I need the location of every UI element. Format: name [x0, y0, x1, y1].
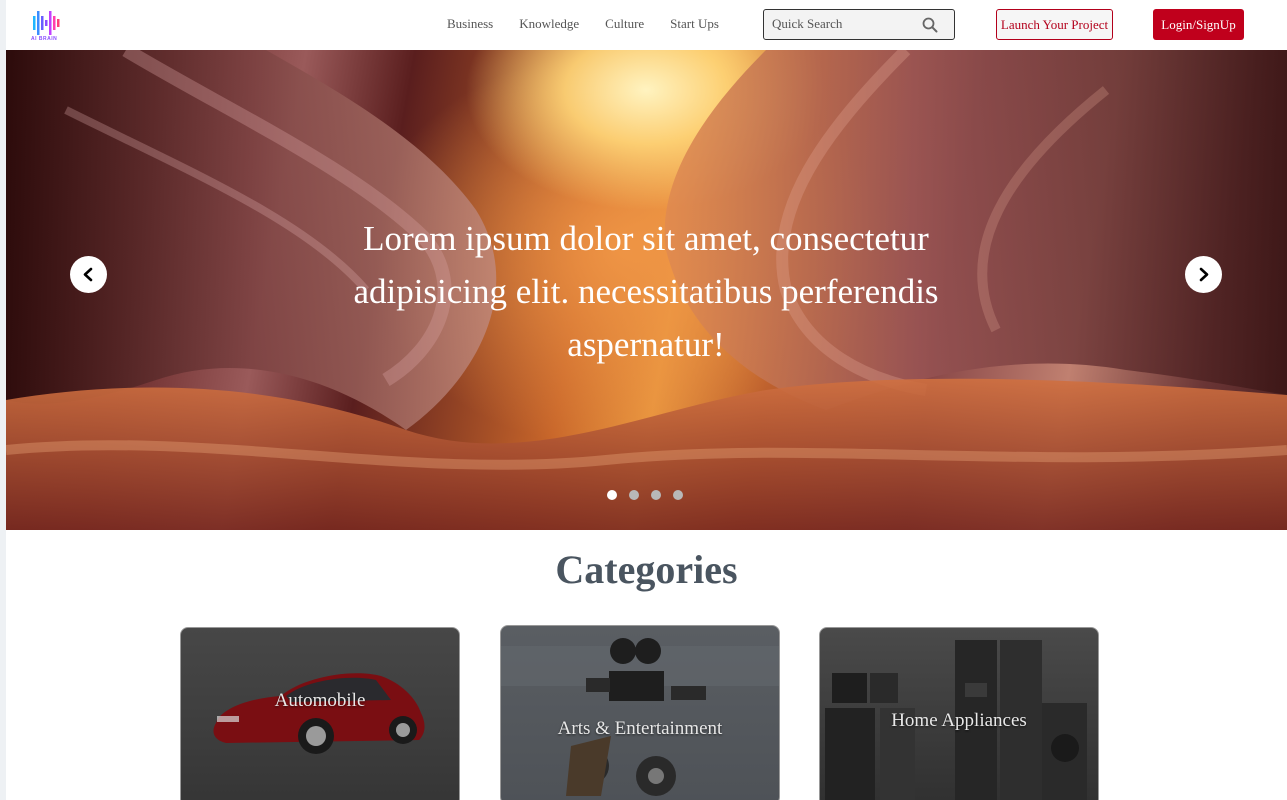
nav-item-start-ups[interactable]: Start Ups [670, 16, 719, 32]
nav-item-business[interactable]: Business [447, 16, 493, 32]
search-input[interactable] [772, 16, 922, 32]
car-icon [213, 673, 425, 754]
film-camera-icon [501, 638, 779, 796]
logo-icon [33, 11, 60, 35]
carousel-next-button[interactable] [1185, 256, 1222, 293]
search-box [763, 9, 955, 40]
hero-caption: Lorem ipsum dolor sit amet, consectetur … [353, 219, 939, 364]
carousel-dot-3[interactable] [651, 490, 661, 500]
hero-carousel: Lorem ipsum dolor sit amet, consectetur … [6, 50, 1287, 530]
page: AI BRAIN Business Knowledge Culture Star… [6, 0, 1287, 800]
main-nav: Business Knowledge Culture Start Ups [447, 16, 745, 32]
carousel-indicators [607, 490, 695, 500]
category-card-automobile[interactable]: Automobile [180, 627, 460, 800]
login-signup-button[interactable]: Login/SignUp [1153, 9, 1244, 40]
category-card-home-appliances[interactable]: Home Appliances [819, 627, 1099, 800]
logo-text: AI BRAIN [31, 36, 58, 42]
search-icon[interactable] [922, 17, 938, 33]
category-card-arts-entertainment[interactable]: Arts & Entertainment [500, 625, 780, 800]
category-label: Automobile [274, 690, 366, 711]
chevron-right-icon [1199, 267, 1209, 282]
category-label: Arts & Entertainment [557, 718, 723, 739]
carousel-dot-1[interactable] [607, 490, 617, 500]
chevron-left-icon [83, 267, 93, 282]
category-label: Home Appliances [891, 710, 1027, 731]
header: AI BRAIN Business Knowledge Culture Star… [6, 0, 1287, 50]
nav-item-culture[interactable]: Culture [605, 16, 644, 32]
carousel-prev-button[interactable] [70, 256, 107, 293]
categories-title: Categories [555, 547, 738, 592]
nav-item-knowledge[interactable]: Knowledge [519, 16, 579, 32]
carousel-dot-4[interactable] [673, 490, 683, 500]
carousel-dot-2[interactable] [629, 490, 639, 500]
launch-project-button[interactable]: Launch Your Project [996, 9, 1113, 40]
